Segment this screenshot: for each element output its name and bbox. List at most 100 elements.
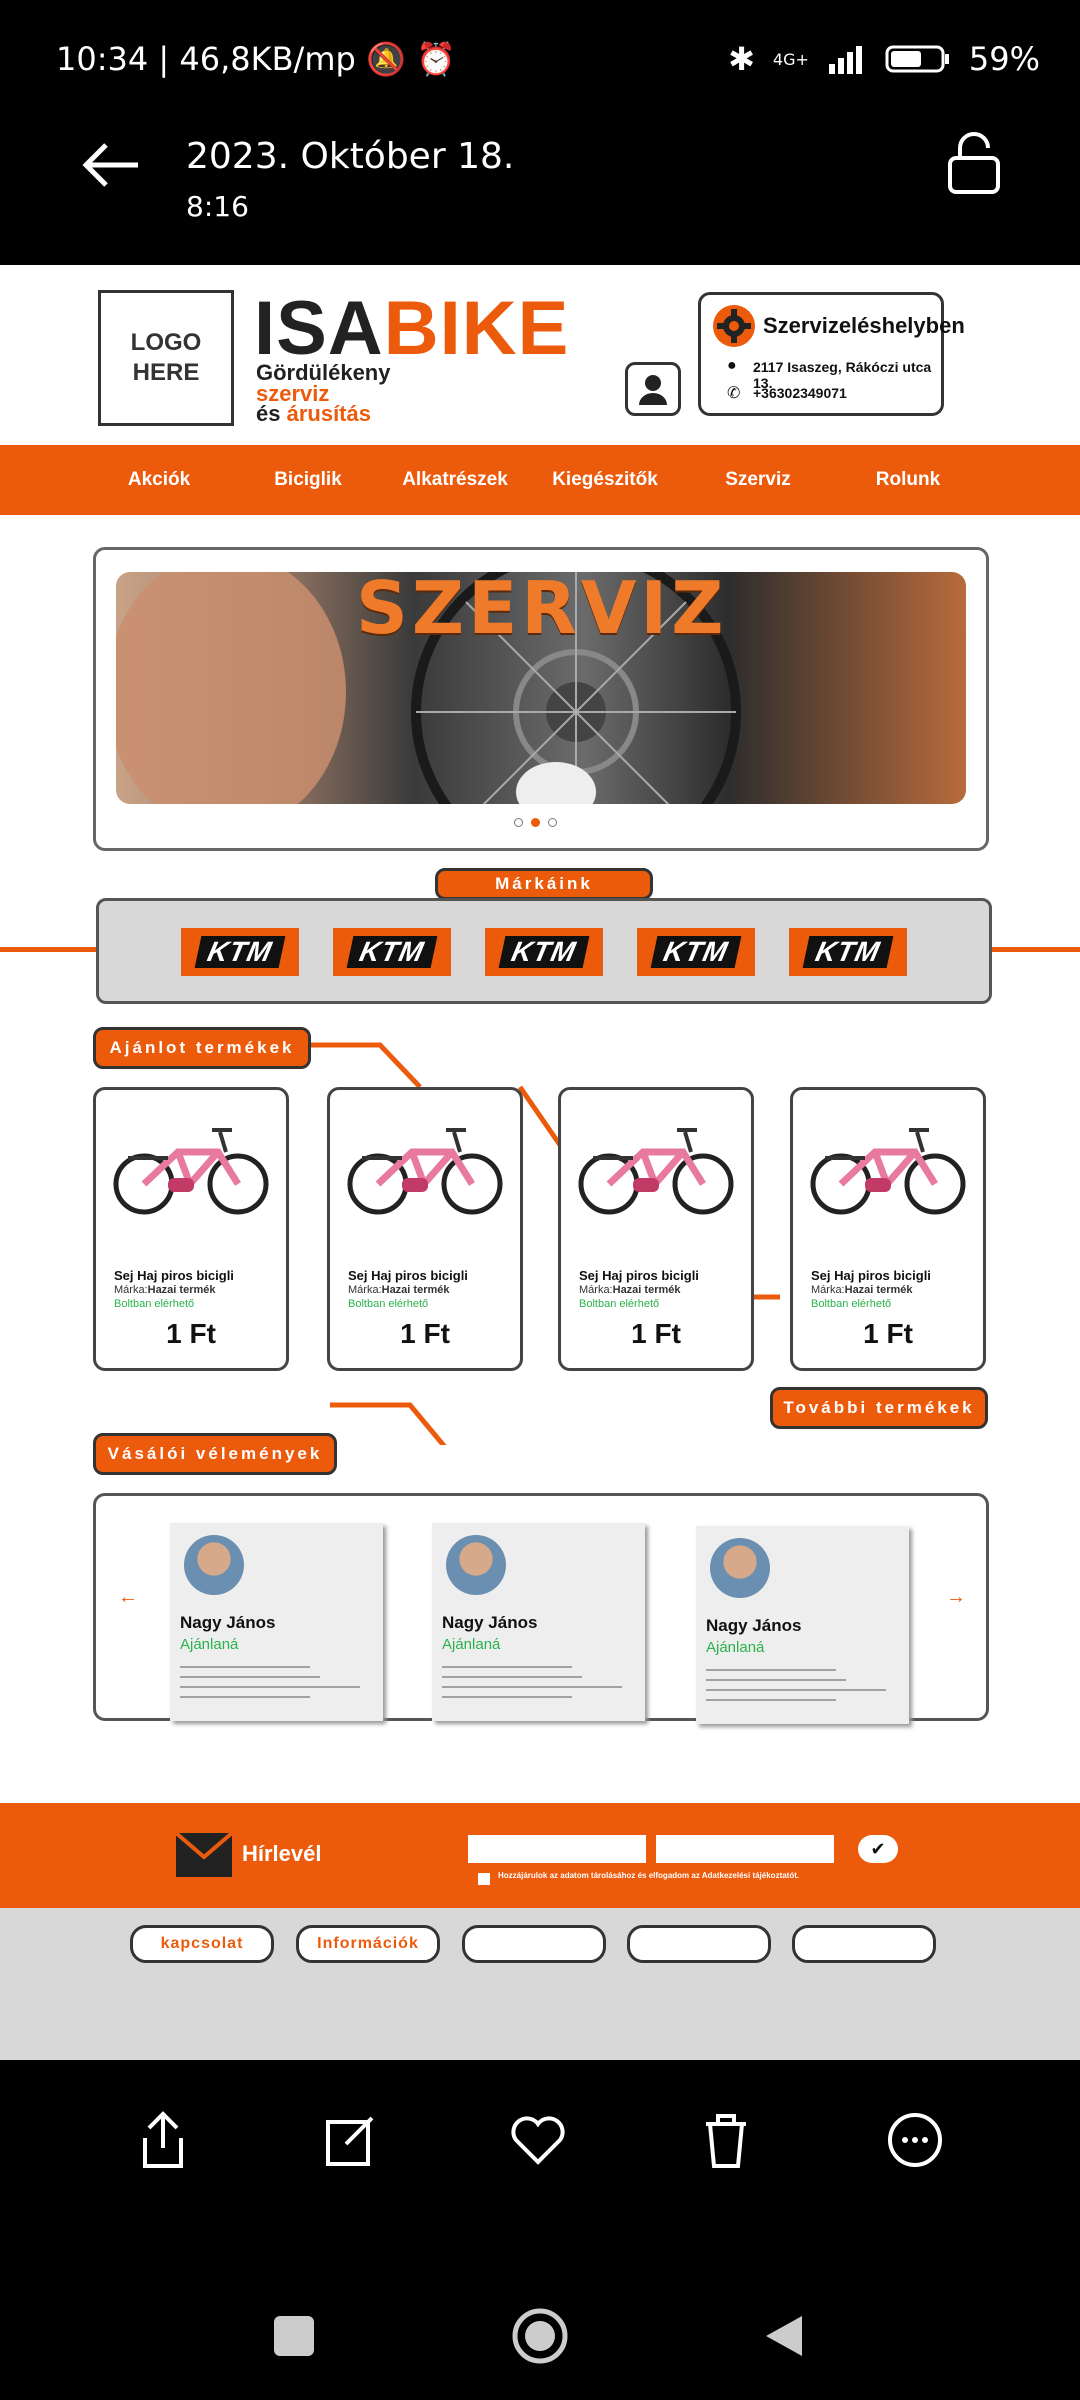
share-icon[interactable] bbox=[135, 2110, 191, 2170]
product-brand: Márka:Hazai termék bbox=[114, 1284, 216, 1296]
mute-icon: 🔕 bbox=[365, 40, 406, 78]
signal-icon bbox=[828, 46, 862, 74]
nav-biciglik[interactable]: Biciglik bbox=[233, 445, 383, 515]
recents-button[interactable] bbox=[274, 2316, 314, 2356]
system-nav-bar bbox=[0, 2290, 1080, 2400]
bike-image bbox=[113, 1128, 269, 1215]
hero-slide-image[interactable]: SZERVIZ bbox=[116, 572, 966, 804]
product-brand-label: Márka: bbox=[114, 1284, 148, 1296]
review-recommend: Ajánlaná bbox=[442, 1636, 501, 1653]
back-button[interactable] bbox=[762, 2312, 806, 2360]
tagline-3-prefix: és bbox=[256, 401, 287, 426]
product-price: 1 Ft bbox=[166, 1318, 216, 1349]
submit-check-button[interactable]: ✔ bbox=[858, 1835, 898, 1863]
product-card[interactable]: Sej Haj piros bicigli Márka:Hazai termék… bbox=[558, 1087, 754, 1371]
status-right: ✱ 4G+ 59% bbox=[728, 40, 1040, 78]
newsletter-name-input[interactable] bbox=[468, 1835, 646, 1863]
featured-title: Ajánlot termékek bbox=[93, 1027, 311, 1069]
status-speed: 46,8KB/mp bbox=[179, 40, 356, 78]
product-name: Sej Haj piros bicigli bbox=[348, 1268, 468, 1283]
network-label: 4G+ bbox=[772, 49, 809, 69]
trash-icon[interactable] bbox=[698, 2110, 754, 2170]
brand-logo[interactable]: KTM bbox=[333, 928, 451, 976]
product-name: Sej Haj piros bicigli bbox=[114, 1268, 234, 1283]
newsletter-bar: Hírlevél ✔ Hozzájárulok az adatom tárolá… bbox=[0, 1803, 1080, 1908]
brand-logo[interactable]: KTM bbox=[485, 928, 603, 976]
edit-icon[interactable] bbox=[322, 2110, 378, 2170]
slider-dot[interactable] bbox=[514, 818, 523, 827]
product-brand-value: Hazai termék bbox=[381, 1284, 450, 1296]
service-title: Szervizeléshelyben bbox=[763, 313, 965, 338]
product-price: 1 Ft bbox=[863, 1318, 913, 1349]
brands-box: KTM KTM KTM KTM KTM bbox=[96, 898, 992, 1004]
consent-text: Hozzájárulok az adatom tárolásához és el… bbox=[498, 1871, 800, 1880]
slider-dot[interactable] bbox=[548, 818, 557, 827]
more-options-icon[interactable] bbox=[885, 2110, 945, 2170]
bike-image bbox=[578, 1128, 734, 1215]
phone-icon: ✆ bbox=[727, 385, 741, 402]
user-account-button[interactable] bbox=[625, 362, 681, 416]
main-nav: Akciók Biciglik Alkatrészek Kiegészitők … bbox=[0, 445, 1080, 515]
next-arrow-icon[interactable]: → bbox=[946, 1586, 966, 1609]
back-arrow-icon[interactable] bbox=[78, 140, 142, 190]
hero-slider[interactable]: SZERVIZ bbox=[93, 547, 989, 851]
review-text-lines bbox=[442, 1666, 622, 1698]
viewer-toolbar bbox=[0, 2060, 1080, 2220]
unlock-icon[interactable] bbox=[944, 130, 1004, 196]
brand-logo[interactable]: KTM bbox=[637, 928, 755, 976]
heart-icon[interactable] bbox=[508, 2112, 568, 2168]
nav-alkatreszek[interactable]: Alkatrészek bbox=[380, 445, 530, 515]
brand-line-right bbox=[986, 947, 1080, 952]
product-brand-value: Hazai termék bbox=[612, 1284, 681, 1296]
product-card[interactable]: Sej Haj piros bicigli Márka:Hazai termék… bbox=[790, 1087, 986, 1371]
service-phone[interactable]: +36302349071 bbox=[753, 385, 847, 401]
product-name: Sej Haj piros bicigli bbox=[811, 1268, 931, 1283]
product-card[interactable]: Sej Haj piros bicigli Márka:Hazai termék… bbox=[327, 1087, 523, 1371]
review-text-lines bbox=[180, 1666, 360, 1698]
product-brand-value: Hazai termék bbox=[147, 1284, 216, 1296]
footer-informaciok-button[interactable]: Információk bbox=[296, 1925, 440, 1963]
prev-arrow-icon[interactable]: ← bbox=[118, 1586, 138, 1609]
slider-dot-active[interactable] bbox=[531, 818, 540, 827]
footer-button[interactable] bbox=[462, 1925, 606, 1963]
alarm-icon: ⏰ bbox=[415, 40, 456, 78]
logo-placeholder[interactable]: LOGO HERE bbox=[98, 290, 234, 426]
product-brand-label: Márka: bbox=[579, 1284, 613, 1296]
brand-logo-text: KTM bbox=[650, 936, 742, 968]
product-stock: Boltban elérhető bbox=[811, 1298, 892, 1310]
status-time: 10:34 bbox=[56, 40, 149, 78]
review-text-lines bbox=[706, 1669, 886, 1701]
battery-percent: 59% bbox=[968, 40, 1040, 78]
product-brand: Márka:Hazai termék bbox=[811, 1284, 913, 1296]
consent-checkbox[interactable] bbox=[478, 1873, 490, 1885]
nav-akciok[interactable]: Akciók bbox=[84, 445, 234, 515]
product-price: 1 Ft bbox=[631, 1318, 681, 1349]
product-brand-label: Márka: bbox=[811, 1284, 845, 1296]
more-products-button[interactable]: További termékek bbox=[770, 1387, 988, 1429]
viewer-date: 2023. Október 18. bbox=[186, 136, 515, 177]
product-stock: Boltban elérhető bbox=[114, 1298, 195, 1310]
nav-rolunk[interactable]: Rolunk bbox=[833, 445, 983, 515]
nav-kiegeszitok[interactable]: Kiegészitők bbox=[530, 445, 680, 515]
avatar bbox=[446, 1535, 506, 1595]
newsletter-email-input[interactable] bbox=[656, 1835, 834, 1863]
brand-logo[interactable]: KTM bbox=[789, 928, 907, 976]
brand-line-left bbox=[0, 947, 100, 952]
brand-logo-text: KTM bbox=[802, 936, 894, 968]
product-card[interactable]: Sej Haj piros bicigli Márka:Hazai termék… bbox=[93, 1087, 289, 1371]
avatar bbox=[710, 1538, 770, 1598]
home-button[interactable] bbox=[510, 2306, 570, 2366]
tagline-3-suffix: árusítás bbox=[286, 401, 371, 426]
nav-szerviz[interactable]: Szerviz bbox=[683, 445, 833, 515]
brand-logo-text: KTM bbox=[194, 936, 286, 968]
brand-logo[interactable]: KTM bbox=[181, 928, 299, 976]
bike-image bbox=[347, 1128, 503, 1215]
footer-kapcsolat-button[interactable]: kapcsolat bbox=[130, 1925, 274, 1963]
product-price: 1 Ft bbox=[400, 1318, 450, 1349]
reviewer-name: Nagy János bbox=[442, 1613, 538, 1632]
footer-button[interactable] bbox=[627, 1925, 771, 1963]
footer-button[interactable] bbox=[792, 1925, 936, 1963]
tagline-3: és árusítás bbox=[256, 401, 371, 427]
service-card[interactable]: Szervizeléshelyben ● 2117 Isaszeg, Rákóc… bbox=[698, 292, 965, 416]
status-bar: 10:34 | 46,8KB/mp 🔕 ⏰ ✱ 4G+ 59% bbox=[0, 0, 1080, 120]
